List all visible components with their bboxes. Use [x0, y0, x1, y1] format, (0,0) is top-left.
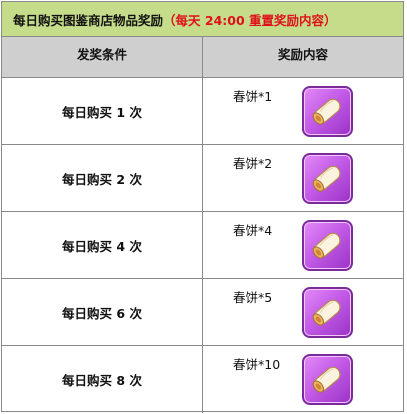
table-row: 每日购买 6 次 春饼*5	[2, 279, 403, 346]
table-row: 每日购买 1 次 春饼*1	[2, 78, 403, 145]
reward-text: 春饼*5	[233, 290, 273, 305]
spring-roll-icon	[302, 220, 353, 271]
header-condition: 发奖条件	[2, 37, 203, 77]
condition-cell: 每日购买 4 次	[2, 212, 203, 278]
condition-cell: 每日购买 8 次	[2, 346, 203, 413]
spring-roll-icon	[302, 153, 353, 204]
condition-cell: 每日购买 2 次	[2, 145, 203, 211]
reward-text: 春饼*10	[233, 357, 281, 372]
spring-roll-icon	[302, 287, 353, 338]
table-row: 每日购买 2 次 春饼*2	[2, 145, 403, 212]
reward-text: 春饼*4	[233, 223, 273, 238]
title-text: 每日购买图鉴商店物品奖励	[13, 12, 164, 28]
reward-text: 春饼*2	[233, 156, 273, 171]
table-title: 每日购买图鉴商店物品奖励 （每天 24:00 重置奖励内容）	[2, 2, 403, 37]
table-row: 每日购买 8 次 春饼*10	[2, 346, 403, 413]
condition-cell: 每日购买 6 次	[2, 279, 203, 345]
header-reward: 奖励内容	[277, 47, 328, 62]
reward-table: 每日购买图鉴商店物品奖励 （每天 24:00 重置奖励内容） 发奖条件 奖励内容 …	[1, 1, 404, 413]
reset-note: （每天 24:00 重置奖励内容）	[163, 12, 337, 28]
spring-roll-icon	[302, 354, 353, 405]
reward-text: 春饼*1	[233, 89, 273, 104]
column-header-row: 发奖条件 奖励内容	[2, 37, 403, 78]
spring-roll-icon	[302, 86, 353, 137]
condition-cell: 每日购买 1 次	[2, 78, 203, 144]
table-row: 每日购买 4 次 春饼*4	[2, 212, 403, 279]
